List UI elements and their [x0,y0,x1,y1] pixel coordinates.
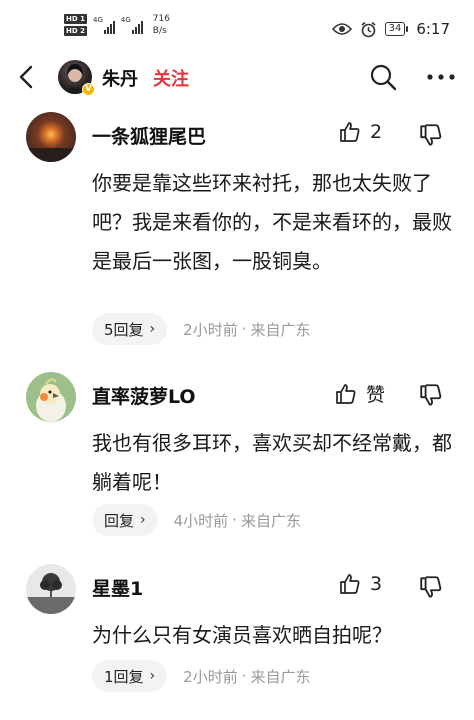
hd1-badge: HD 1 [64,14,87,24]
network-speed-unit: B/s [152,26,167,36]
like-count: 2 [370,121,383,143]
comment-time: 2小时前 [183,667,238,686]
comment-item: 一条狐狸尾巴 2 你要是靠这些环来衬托，那也太失败了吧？我是来看你的，不是来看环… [0,108,474,350]
alarm-icon [361,21,376,37]
dislike-button[interactable] [418,382,446,410]
like-count: 3 [370,573,383,595]
separator-dot: · [232,511,237,529]
more-button[interactable] [424,62,458,92]
commenter-avatar[interactable] [26,112,76,162]
separator-dot: · [241,667,247,685]
comment-item: 直率菠萝LO 赞 我也有很多耳环，喜欢买却不经常戴，都躺着呢！ 回复 › 4小时… [0,370,474,540]
search-icon [370,64,397,91]
comment-location: 来自广东 [250,667,311,686]
comment-text: 我也有很多耳环，喜欢买却不经常戴，都躺着呢！ [92,431,452,494]
view-replies-button[interactable]: 1回复 › [92,660,168,692]
network-type-2: 4G [120,16,131,24]
network-speed-value: 716 [152,14,170,24]
commenter-name[interactable]: 星墨1 [92,574,143,601]
thumbs-up-icon [336,383,356,404]
separator-dot: · [241,320,247,338]
thumbs-down-icon [420,576,442,598]
comment-time: 4小时前 [173,511,229,530]
hd2-badge: HD 2 [64,26,87,36]
verified-badge-icon: V [82,83,95,96]
signal-2-icon: 4G [121,16,143,34]
thumbs-up-icon [340,122,360,142]
battery-level: 34 [384,22,406,36]
comment-text: 为什么只有女演员喜欢晒自拍呢？ [92,623,392,647]
back-button[interactable] [14,62,42,92]
hd-indicators: HD 1 HD 2 [64,14,87,36]
replies-label: 1回复 [104,667,144,686]
commenter-avatar[interactable] [26,564,76,614]
comment-meta: 回复 › 4小时前 · 来自广东 [92,504,301,536]
chevron-right-icon: › [149,668,156,684]
like-button[interactable]: 2 [338,120,382,144]
like-button[interactable]: 3 [338,572,382,596]
comment-location: 来自广东 [240,511,301,530]
eye-icon [331,23,352,35]
thumbs-down-icon [420,384,442,406]
comment-time: 2小时前 [183,320,238,339]
commenter-name[interactable]: 直率菠萝LO [92,382,196,409]
reply-label: 回复 [104,511,135,530]
like-count: 赞 [366,384,386,406]
clock: 6:17 [416,20,450,38]
view-replies-button[interactable]: 5回复 › [92,313,168,345]
reply-button[interactable]: 回复 › [92,504,158,536]
top-nav: V 朱丹 关注 [0,52,474,102]
commenter-avatar[interactable] [26,372,76,422]
comment-text: 你要是靠这些环来衬托，那也太失败了吧？我是来看你的，不是来看环的，最败是最后一张… [92,171,452,273]
back-arrow-icon [19,65,33,89]
thumbs-up-icon [340,574,360,594]
follow-button[interactable]: 关注 [153,65,189,91]
network-type-1: 4G [92,16,103,24]
signal-1-icon: 4G [93,16,115,34]
chevron-right-icon: › [149,321,156,337]
author-name[interactable]: 朱丹 [102,65,138,91]
comment-meta: 5回复 › 2小时前 · 来自广东 [92,313,311,345]
status-bar: HD 1 HD 2 4G 4G 716 B/s 34 6:17 [0,0,474,52]
status-left: HD 1 HD 2 4G 4G 716 B/s [64,14,170,36]
thumbs-down-icon [420,124,442,146]
dislike-button[interactable] [418,122,446,150]
commenter-name[interactable]: 一条狐狸尾巴 [92,122,206,149]
chevron-right-icon: › [140,512,146,528]
comment-meta: 1回复 › 2小时前 · 来自广东 [92,660,311,692]
battery-icon: 34 [384,22,409,36]
status-right: 34 6:17 [331,20,450,38]
replies-label: 5回复 [104,320,144,339]
like-button[interactable]: 赞 [334,380,385,407]
comment-item: 星墨1 3 为什么只有女演员喜欢晒自拍呢？ 1回复 › 2小时前 · 来自广东 [0,562,474,712]
network-speed: 716 B/s [153,14,170,36]
more-dots-icon [427,74,455,80]
author-avatar[interactable]: V [58,60,95,96]
search-button[interactable] [368,62,398,92]
dislike-button[interactable] [418,574,446,602]
comment-location: 来自广东 [250,320,311,339]
